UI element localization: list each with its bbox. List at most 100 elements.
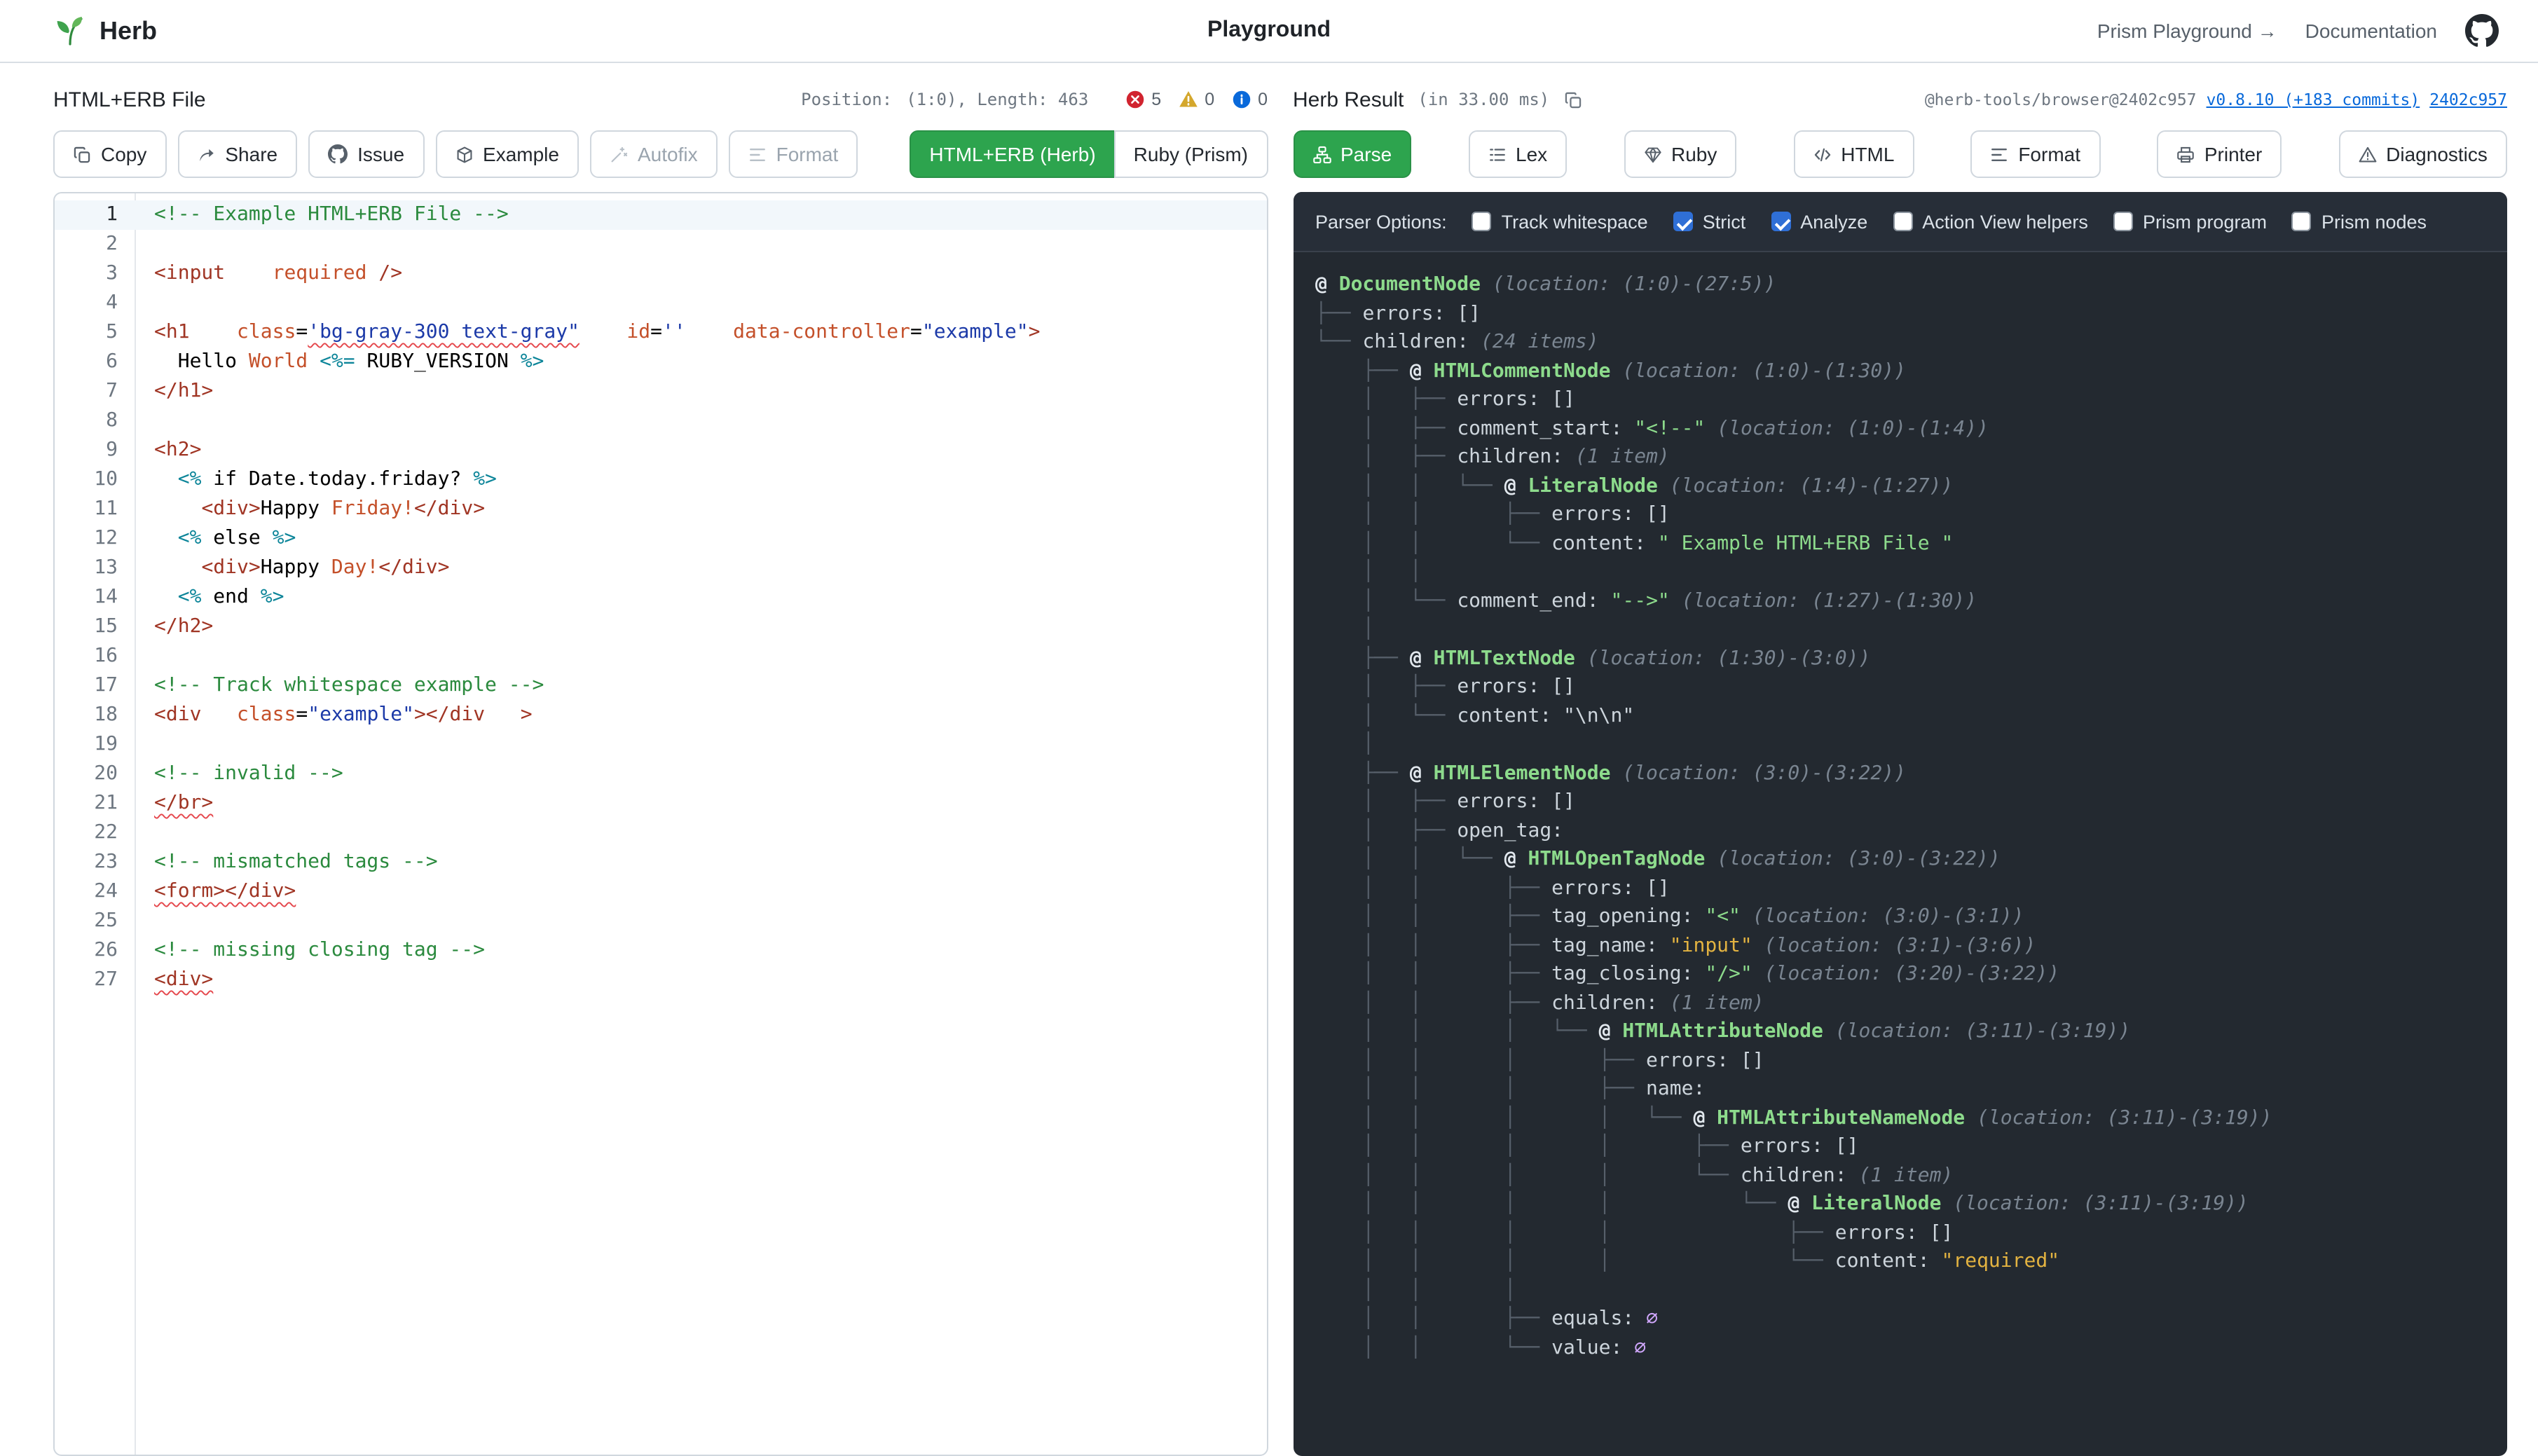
option-label: Prism nodes [2321, 211, 2427, 232]
editor-line-22: 22 [55, 818, 1266, 848]
option-label: Strict [1703, 211, 1746, 232]
copy-button[interactable]: Copy [53, 130, 166, 178]
tree-line: │ │ │ │ ├── errors: [] [1315, 1132, 2485, 1161]
tree-line: │ └── content: "\n\n" [1315, 701, 2485, 730]
parse-icon [1312, 145, 1331, 163]
button-label: Lex [1516, 143, 1547, 165]
line-number: 18 [55, 701, 135, 730]
example-button[interactable]: Example [435, 130, 579, 178]
badge-count: 0 [1205, 90, 1214, 109]
cube-icon [455, 145, 473, 163]
code-editor[interactable]: 1<!-- Example HTML+ERB File -->2 3<input… [53, 192, 1268, 1456]
editor-toolbar-buttons: CopyShareIssueExample Autofix Format [53, 130, 858, 178]
format-button[interactable]: Format [1970, 130, 2100, 178]
editor-line-1: 1<!-- Example HTML+ERB File --> [55, 200, 1266, 230]
line-number: 2 [55, 230, 135, 259]
parse-timing: (in 33.00 ms) [1418, 90, 1549, 109]
unchecked-checkbox[interactable] [1472, 212, 1492, 231]
documentation-link[interactable]: Documentation [2305, 20, 2437, 42]
option-prism-program[interactable]: Prism program [2113, 211, 2267, 232]
editor-line-18: 18<div class="example"></div > [55, 701, 1266, 730]
option-track-whitespace[interactable]: Track whitespace [1472, 211, 1648, 232]
tree-line: │ │ [1315, 558, 2485, 586]
unchecked-checkbox[interactable] [2113, 212, 2133, 231]
option-action-view-helpers[interactable]: Action View helpers [1893, 211, 2088, 232]
line-code [135, 406, 166, 436]
playground-page: Herb Playground Prism Playground → Docum… [0, 0, 2538, 1456]
option-analyze[interactable]: Analyze [1771, 211, 1867, 232]
position-label: Position: [801, 90, 892, 109]
result-output-panel: Parser Options: Track whitespace Strict An… [1293, 192, 2507, 1456]
autofix-button[interactable]: Autofix [590, 130, 718, 178]
unchecked-checkbox[interactable] [2292, 212, 2312, 231]
version-link[interactable]: v0.8.10 (+183 commits) [2207, 90, 2420, 109]
info-badge-icon [1231, 90, 1251, 109]
tree-line: │ │ │ ├── name: [1315, 1075, 2485, 1104]
tree-line: │ │ ├── tag_name: "input" (location: (3:… [1315, 931, 2485, 960]
badge-count: 0 [1258, 90, 1268, 109]
line-code: </br> [135, 789, 213, 818]
line-code [135, 230, 166, 259]
ruby-button[interactable]: Ruby [1624, 130, 1736, 178]
tab-ruby-prism[interactable]: Ruby (Prism) [1114, 130, 1268, 178]
line-number: 22 [55, 818, 135, 848]
option-strict[interactable]: Strict [1673, 211, 1746, 232]
editor-line-21: 21</br> [55, 789, 1266, 818]
editor-lines: 1<!-- Example HTML+ERB File -->2 3<input… [55, 200, 1266, 995]
share-button[interactable]: Share [177, 130, 297, 178]
line-number: 3 [55, 259, 135, 289]
tree-line: ├── errors: [] [1315, 299, 2485, 328]
line-code [135, 907, 166, 936]
tree-line: │ │ │ │ ├── errors: [] [1315, 1218, 2485, 1247]
prism-playground-link[interactable]: Prism Playground → [2097, 20, 2277, 42]
issue-button[interactable]: Issue [308, 130, 424, 178]
commit-link[interactable]: 2402c957 [2429, 90, 2507, 109]
line-code: <% else %> [135, 524, 296, 554]
editor-line-8: 8 [55, 406, 1266, 436]
tree-line: │ │ ├── tag_opening: "<" (location: (3:0… [1315, 902, 2485, 931]
line-code [135, 818, 166, 848]
editor-line-3: 3<input required /> [55, 259, 1266, 289]
option-label: Analyze [1800, 211, 1867, 232]
copy-result-icon[interactable] [1563, 90, 1582, 109]
editor-line-7: 7</h1> [55, 377, 1266, 406]
button-label: Format [2018, 143, 2080, 165]
result-panel: Herb Result (in 33.00 ms) @herb-tools/br… [1293, 80, 2507, 1456]
tree-line: │ │ ├── equals: ∅ [1315, 1305, 2485, 1333]
line-number: 13 [55, 554, 135, 583]
lex-button[interactable]: Lex [1468, 130, 1567, 178]
tree-line: │ │ │ └── @ HTMLAttributeNode (location:… [1315, 1017, 2485, 1046]
herb-leaf-icon [53, 14, 87, 48]
format-button[interactable]: Format [729, 130, 858, 178]
line-code: <% if Date.today.friday? %> [135, 465, 497, 495]
line-code [135, 289, 166, 318]
brand-link[interactable]: Herb [53, 14, 157, 48]
line-number: 23 [55, 848, 135, 877]
checked-checkbox[interactable] [1771, 212, 1790, 231]
github-icon[interactable] [2465, 14, 2499, 48]
option-prism-nodes[interactable]: Prism nodes [2292, 211, 2427, 232]
unchecked-checkbox[interactable] [1893, 212, 1912, 231]
line-code: <!-- mismatched tags --> [135, 848, 438, 877]
tab-html-erb-herb[interactable]: HTML+ERB (Herb) [910, 130, 1115, 178]
line-code: <h1 class='bg-gray-300 text-gray" id='' … [135, 318, 1041, 348]
line-number: 17 [55, 671, 135, 701]
checked-checkbox[interactable] [1673, 212, 1693, 231]
editor-line-9: 9<h2> [55, 436, 1266, 465]
diagnostics-button[interactable]: Diagnostics [2338, 130, 2507, 178]
ast-tree[interactable]: @ DocumentNode (location: (1:0)-(27:5))├… [1293, 252, 2507, 1456]
wand-icon [610, 145, 628, 163]
printer-button[interactable]: Printer [2157, 130, 2282, 178]
button-label: Autofix [638, 143, 698, 165]
tree-line: │ [1315, 730, 2485, 759]
line-code: <input required /> [135, 259, 402, 289]
parser-options-label: Parser Options: [1315, 211, 1447, 232]
tree-line: │ ├── errors: [] [1315, 385, 2485, 414]
tree-line: │ └── comment_end: "-->" (location: (1:2… [1315, 586, 2485, 615]
warning-badge-icon [1178, 90, 1198, 109]
editor-line-5: 5<h1 class='bg-gray-300 text-gray" id=''… [55, 318, 1266, 348]
parse-button[interactable]: Parse [1293, 130, 1411, 178]
tree-line: │ │ └── @ LiteralNode (location: (1:4)-(… [1315, 472, 2485, 500]
editor-toolbar: CopyShareIssueExample Autofix Format HTML+… [53, 130, 1268, 178]
html-button[interactable]: HTML [1793, 130, 1914, 178]
